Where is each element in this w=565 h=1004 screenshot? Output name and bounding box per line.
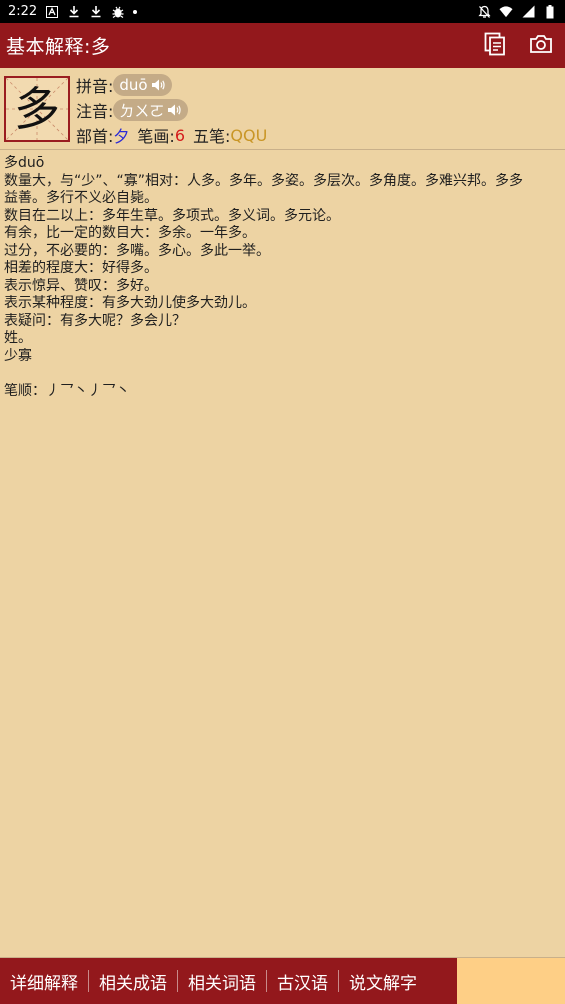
wifi-icon: [499, 5, 513, 19]
definition-line: [4, 365, 561, 383]
bell-off-icon: [477, 5, 491, 19]
tab-classical-chinese[interactable]: 古汉语: [267, 969, 338, 994]
pinyin-row: 拼音: duō: [76, 73, 172, 97]
camera-icon: [529, 34, 553, 58]
tab-bar-filler: [457, 958, 565, 1004]
download-icon: [89, 5, 103, 19]
radical-label: 部首:: [76, 127, 114, 146]
pinyin-value: duō: [119, 76, 148, 94]
a-icon: [45, 5, 59, 19]
dot-icon: [133, 9, 138, 14]
status-time: 2:22: [8, 4, 38, 19]
battery-icon: [543, 4, 557, 19]
definition-line: 笔顺：丿乛丶丿乛丶: [4, 382, 130, 399]
camera-button[interactable]: [529, 34, 553, 58]
radical-link[interactable]: 夕: [113, 123, 129, 147]
tab-shuowen-jiezi[interactable]: 说文解字: [339, 969, 427, 994]
definition-line: 姓。: [4, 330, 32, 346]
pinyin-label: 拼音:: [76, 77, 114, 96]
wubi-label: 五笔:: [193, 127, 231, 146]
zhuyin-value: ㄉㄨㄛ: [119, 101, 165, 120]
definition-content: 多duō 数量大，与“少”、“寡”相对：人多。多年。多姿。多层次。多角度。多难兴邦…: [4, 155, 561, 400]
tab-detailed-explanation[interactable]: 详细解释: [0, 969, 88, 994]
definition-line: 数量大，与“少”、“寡”相对：人多。多年。多姿。多层次。多角度。多难兴邦。多多: [4, 172, 524, 189]
strokes-label: 笔画:: [137, 127, 175, 146]
zhuyin-row: 注音: ㄉㄨㄛ: [76, 98, 189, 122]
definition-line: 表示某种程度：有多大劲儿使多大劲儿。: [4, 295, 256, 311]
pinyin-play-button[interactable]: duō: [113, 74, 172, 96]
definition-line: 表示惊异、赞叹：多好。: [4, 277, 158, 294]
meta-row: 部首: 夕 笔画: 6 五笔: QQU: [76, 123, 268, 147]
definition-line: 有余，比一定的数目大：多余。一年多。: [4, 225, 256, 241]
zhuyin-label: 注音:: [76, 102, 114, 121]
definition-line: 数目在二以上：多年生草。多项式。多义词。多元论。: [4, 207, 340, 224]
character-glyph: 多: [14, 82, 60, 136]
page-title: 基本解释:多: [6, 36, 111, 58]
app-bar: 基本解释:多: [0, 23, 565, 68]
speaker-icon: [166, 102, 182, 118]
copy-button[interactable]: [483, 32, 507, 60]
character-grid: 多: [4, 76, 70, 142]
copy-icon: [484, 32, 506, 60]
definition-line: 过分，不必要的：多嘴。多心。多此一举。: [4, 242, 270, 259]
character-header: 多 拼音: duō 注音: ㄉㄨㄛ 部首: 夕 笔画: 6 五笔: QQU: [0, 68, 565, 150]
definition-line: 益善。多行不义必自毙。: [4, 190, 158, 206]
tab-related-words[interactable]: 相关词语: [178, 969, 266, 994]
status-bar: 2:22: [0, 0, 565, 23]
strokes-value: 6: [174, 125, 186, 145]
definition-line: 相差的程度大：好得多。: [4, 260, 158, 276]
wubi-value: QQU: [230, 125, 268, 145]
definition-line: 少寡: [4, 347, 32, 364]
zhuyin-play-button[interactable]: ㄉㄨㄛ: [113, 99, 189, 121]
signal-icon: [521, 5, 535, 19]
definition-line: 表疑问：有多大呢？多会儿？: [4, 312, 186, 329]
definition-line: 多duō: [4, 155, 45, 171]
tab-related-idioms[interactable]: 相关成语: [89, 969, 177, 994]
speaker-icon: [150, 77, 166, 93]
bottom-tab-bar: 详细解释 相关成语 相关词语 古汉语 说文解字: [0, 958, 565, 1004]
bug-icon: [111, 5, 125, 19]
download-icon: [67, 5, 81, 19]
